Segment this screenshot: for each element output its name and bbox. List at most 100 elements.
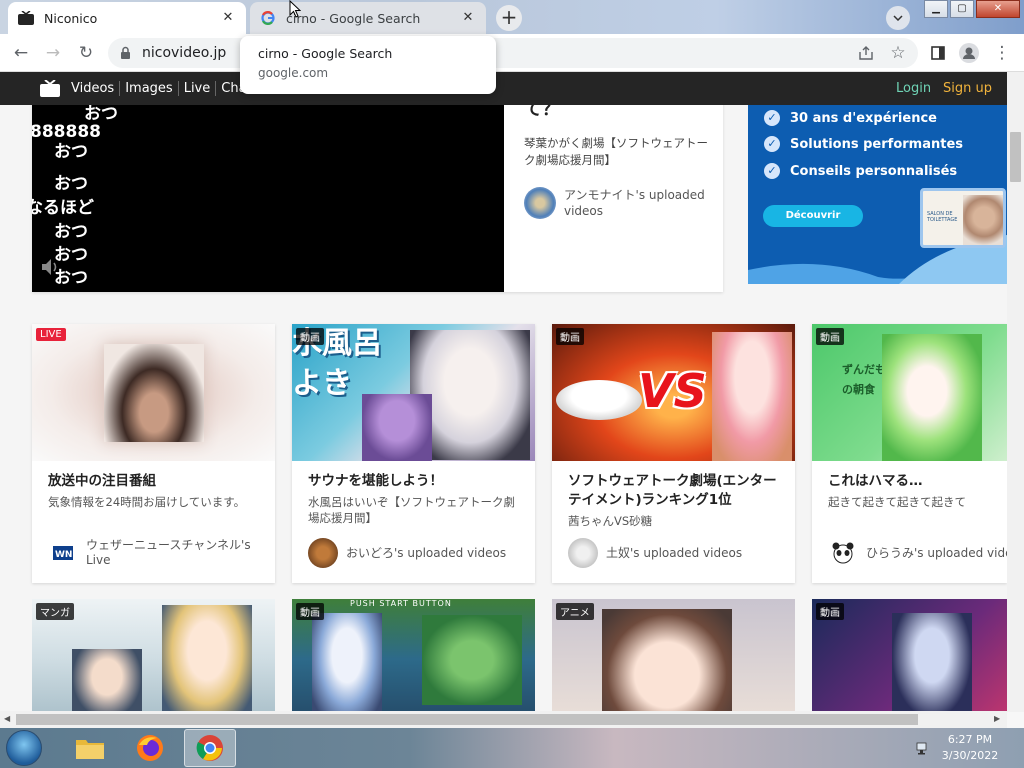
nav-images[interactable]: Images xyxy=(119,81,178,96)
card-description: 水風呂はいいぞ【ソフトウェアトーク劇場応援月間】 xyxy=(308,495,515,525)
ad-feature: ✓ Solutions performantes xyxy=(764,136,963,152)
video-player[interactable]: おつ 888888 おつ おつ なるほど おつ おつ おつ xyxy=(32,105,504,292)
card-uploader[interactable]: WN ウェザーニュースチャンネル's Live xyxy=(48,538,273,568)
featured-uploader[interactable]: アンモナイト's uploaded videos xyxy=(524,187,714,219)
video-card[interactable]: 動画 ずんだもんの朝食 これはハマる… 起きて起きて起きて起きて ひらうみ's … xyxy=(812,324,1007,583)
comment: おつ xyxy=(54,174,88,194)
site-header: Videos Images Live Chan Login Sign up xyxy=(0,72,1007,105)
uploader-label: ウェザーニュースチャンネル's Live xyxy=(86,538,251,567)
maximize-button[interactable]: ▢ xyxy=(950,0,974,18)
avatar xyxy=(524,187,556,219)
niconico-favicon-icon xyxy=(18,10,34,26)
tab-title: Niconico xyxy=(44,10,98,26)
forward-icon[interactable]: → xyxy=(41,42,65,64)
bookmark-star-icon[interactable]: ☆ xyxy=(886,42,910,64)
tab-niconico[interactable]: Niconico ✕ xyxy=(8,2,246,34)
card-uploader[interactable]: おいどろ's uploaded videos xyxy=(308,538,533,568)
status-badge: 動画 xyxy=(816,328,844,345)
check-icon: ✓ xyxy=(764,110,780,126)
video-card[interactable]: 動画 水風呂よき サウナを堪能しよう！ 水風呂はいいぞ【ソフトウェアトーク劇場応… xyxy=(292,324,535,583)
card-description: 起きて起きて起きて起きて xyxy=(828,495,966,509)
start-button[interactable] xyxy=(6,730,42,766)
status-badge: アニメ xyxy=(556,603,594,620)
nav-live[interactable]: Live xyxy=(177,81,216,96)
new-tab-button[interactable]: + xyxy=(496,5,522,31)
card-title[interactable]: サウナを堪能しよう！ xyxy=(308,472,523,491)
firefox-icon[interactable] xyxy=(124,729,176,767)
window-controls: ▁ ▢ ✕ xyxy=(924,0,1022,18)
chrome-icon[interactable] xyxy=(184,729,236,767)
chevron-down-icon xyxy=(893,15,903,21)
tab-search-button[interactable] xyxy=(886,6,910,30)
avatar xyxy=(568,538,598,568)
address-bar[interactable]: nicovideo.jp xyxy=(108,38,918,68)
tab-hover-card: cirno - Google Search google.com xyxy=(240,36,496,94)
featured-title[interactable]: て？ xyxy=(524,105,714,121)
card-thumbnail[interactable]: 動画 xyxy=(812,599,1007,711)
card-title[interactable]: 放送中の注目番組 xyxy=(48,472,263,491)
card-description: 茜ちゃんVS砂糖 xyxy=(568,514,653,528)
horizontal-scrollbar[interactable]: ◀ ▶ xyxy=(0,711,1007,728)
check-icon: ✓ xyxy=(764,136,780,152)
niconico-logo-icon[interactable] xyxy=(40,79,60,101)
scroll-thumb[interactable] xyxy=(16,714,918,725)
menu-kebab-icon[interactable]: ⋮ xyxy=(990,42,1014,64)
volume-icon[interactable] xyxy=(40,257,62,281)
advertisement[interactable]: ✓ 30 ans d'expérience ✓ Solutions performa… xyxy=(748,105,1007,284)
side-panel-icon[interactable] xyxy=(926,42,950,64)
card-thumbnail[interactable]: 動画 VS xyxy=(552,324,795,461)
reload-icon[interactable]: ↻ xyxy=(74,42,98,64)
scroll-right-icon[interactable]: ▶ xyxy=(994,714,1000,723)
vertical-scrollbar[interactable] xyxy=(1007,72,1024,712)
tab-close-icon[interactable]: ✕ xyxy=(220,10,236,26)
uploader-label: アンモナイト's uploaded videos xyxy=(564,188,705,218)
avatar xyxy=(308,538,338,568)
status-badge: マンガ xyxy=(36,603,74,620)
video-card[interactable]: マンガ xyxy=(32,599,275,711)
comment: おつ xyxy=(54,142,88,162)
card-uploader[interactable]: ひらうみ's uploaded videos xyxy=(828,538,1007,568)
scroll-thumb[interactable] xyxy=(1010,132,1021,182)
card-thumbnail[interactable]: 動画 水風呂よき xyxy=(292,324,535,461)
video-card[interactable]: 動画 xyxy=(812,599,1007,711)
browser-toolbar: ← → ↻ nicovideo.jp ☆ ⋮ xyxy=(0,34,1024,72)
video-card[interactable]: LIVE 放送中の注目番組 気象情報を24時間お届けしています。 WN ウェザー… xyxy=(32,324,275,583)
clock-date: 3/30/2022 xyxy=(941,749,999,762)
back-icon[interactable]: ← xyxy=(9,42,33,64)
video-card[interactable]: アニメ xyxy=(552,599,795,711)
tab-close-icon[interactable]: ✕ xyxy=(460,10,476,26)
video-card[interactable]: 動画 PUSH START BUTTON xyxy=(292,599,535,711)
mouse-cursor-icon xyxy=(289,0,302,22)
card-thumbnail[interactable]: 動画 PUSH START BUTTON xyxy=(292,599,535,711)
card-thumbnail[interactable]: マンガ xyxy=(32,599,275,711)
card-description: 気象情報を24時間お届けしています。 xyxy=(48,495,246,509)
video-card[interactable]: 動画 VS ソフトウェアトーク劇場(エンターテイメント)ランキング1位 茜ちゃん… xyxy=(552,324,795,583)
file-explorer-icon[interactable] xyxy=(64,729,116,767)
card-thumbnail[interactable]: LIVE xyxy=(32,324,275,461)
thumbnail-text: PUSH START BUTTON xyxy=(350,599,452,608)
page-content: おつ 888888 おつ おつ なるほど おつ おつ おつ て？ 琴葉かがく劇場… xyxy=(0,105,1007,711)
status-badge: 動画 xyxy=(296,328,324,345)
status-badge: 動画 xyxy=(556,328,584,345)
card-uploader[interactable]: 土奴's uploaded videos xyxy=(568,538,793,568)
featured-info: て？ 琴葉かがく劇場【ソフトウェアトーク劇場応援月間】 アンモナイト's upl… xyxy=(524,105,714,219)
close-window-button[interactable]: ✕ xyxy=(976,0,1020,18)
scroll-left-icon[interactable]: ◀ xyxy=(4,714,10,723)
card-title[interactable]: これはハマる… xyxy=(828,472,1007,491)
avatar: WN xyxy=(48,538,78,568)
thumbnail-text: VS xyxy=(638,364,707,418)
nav-videos[interactable]: Videos xyxy=(66,81,119,96)
card-title[interactable]: ソフトウェアトーク劇場(エンターテイメント)ランキング1位 xyxy=(568,472,783,510)
google-favicon-icon xyxy=(260,10,276,26)
profile-icon[interactable] xyxy=(957,42,981,64)
minimize-button[interactable]: ▁ xyxy=(924,0,948,18)
card-thumbnail[interactable]: アニメ xyxy=(552,599,795,711)
signup-link[interactable]: Sign up xyxy=(943,81,992,96)
network-icon[interactable] xyxy=(916,740,930,759)
tab-google-search[interactable]: cirno - Google Search ✕ xyxy=(250,2,486,34)
login-link[interactable]: Login xyxy=(896,81,931,96)
share-icon[interactable] xyxy=(854,42,878,64)
card-thumbnail[interactable]: 動画 ずんだもんの朝食 xyxy=(812,324,1007,461)
featured-video[interactable]: おつ 888888 おつ おつ なるほど おつ おつ おつ て？ 琴葉かがく劇場… xyxy=(32,105,723,292)
system-clock[interactable]: 6:27 PM 3/30/2022 xyxy=(940,732,1000,764)
